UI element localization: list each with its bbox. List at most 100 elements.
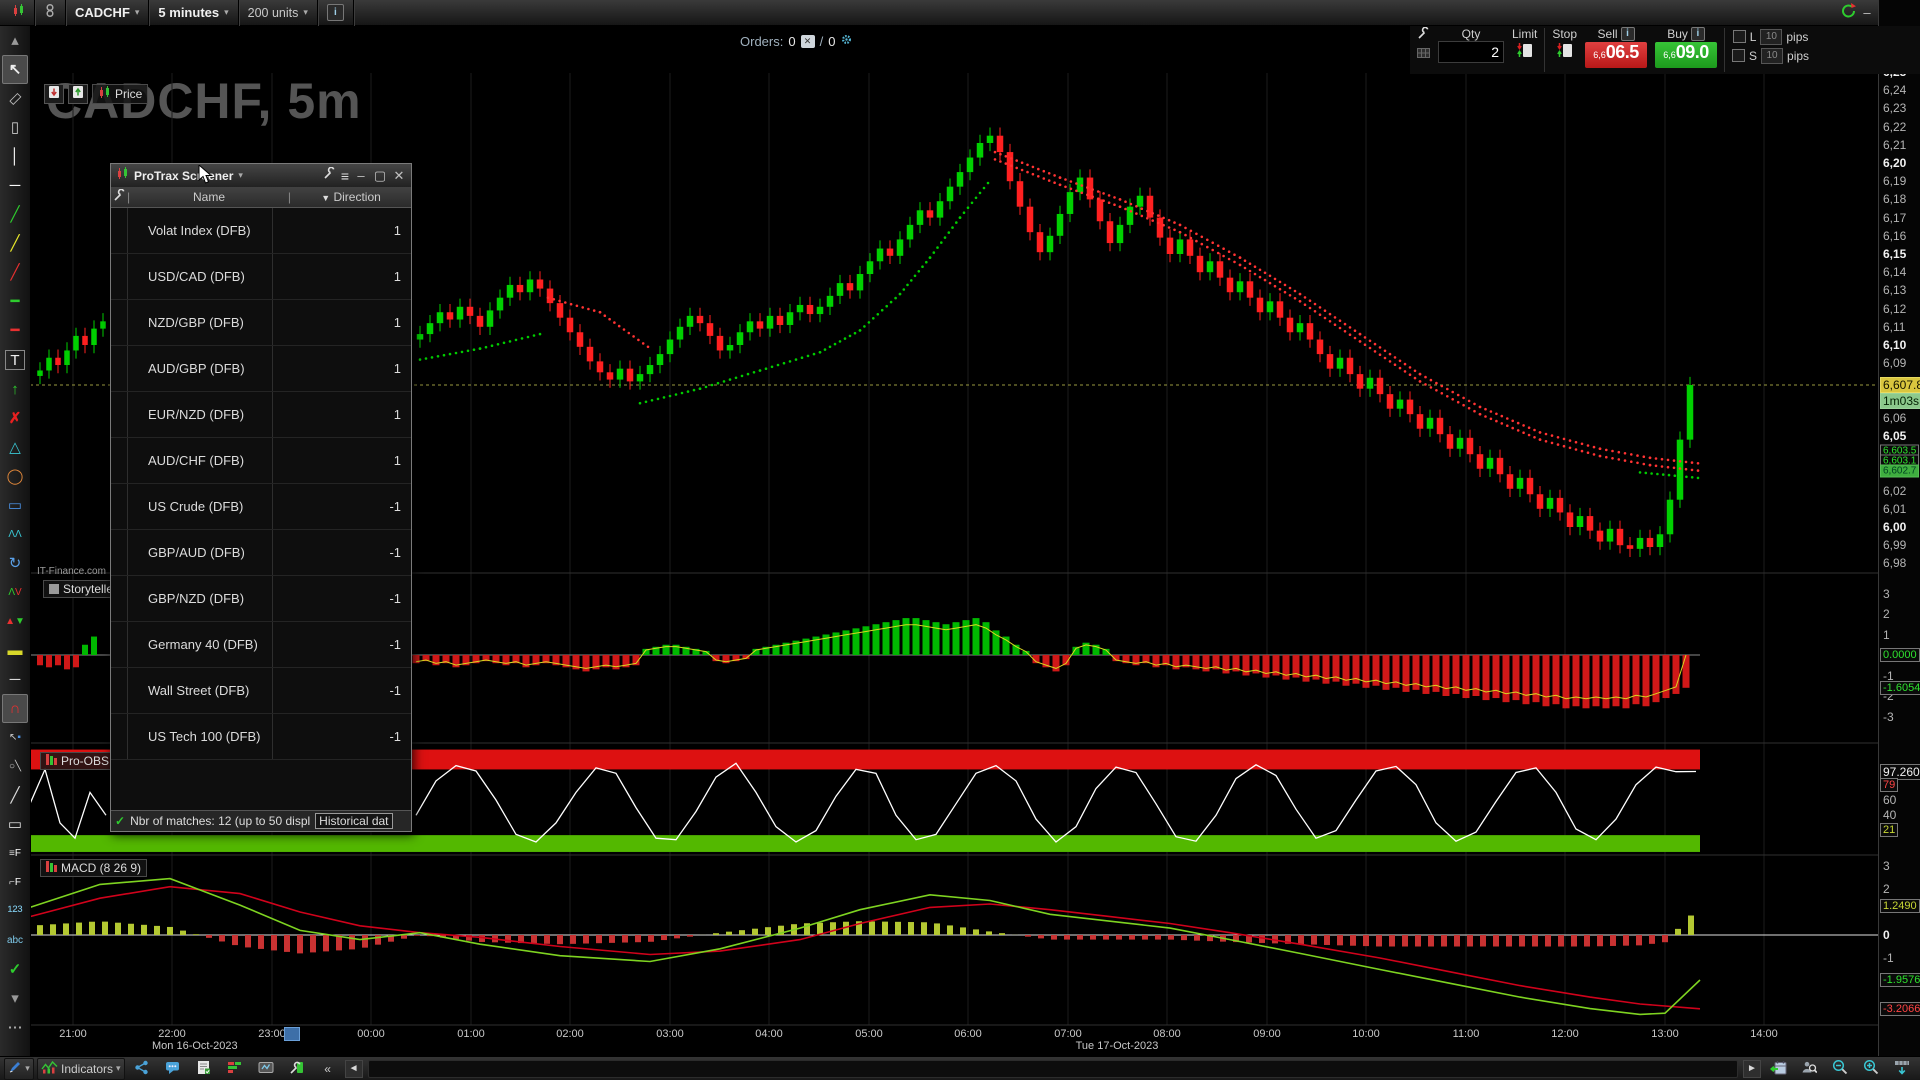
trendline-green-tool-icon[interactable]: ╱ <box>2 200 28 229</box>
sell-order-doc-icon[interactable] <box>44 84 64 104</box>
symbol-dropdown[interactable]: CADCHF ▾ <box>66 0 149 26</box>
screener-titlebar[interactable]: ProTrax Screener ▾ ≡ – ▢ ✕ <box>111 164 411 187</box>
collapse-toolbar-button[interactable]: « <box>314 1059 342 1079</box>
inspect-trader-button[interactable] <box>1795 1059 1823 1079</box>
zoom-tool-icon[interactable]: ○╲ <box>2 752 28 781</box>
buy-order-doc-icon[interactable] <box>68 84 88 104</box>
time-axis[interactable]: 21:0022:0023:0000:0001:0002:0003:0004:00… <box>30 1026 1878 1056</box>
goto-date-button[interactable] <box>1764 1059 1792 1079</box>
keypad-icon[interactable] <box>1417 45 1430 63</box>
proobs-legend[interactable]: Pro-OBS <box>40 752 115 770</box>
screener-row[interactable]: US Tech 100 (DFB)-1 <box>111 714 411 760</box>
zoom-out-button[interactable] <box>1826 1059 1854 1079</box>
buy-button[interactable]: 6,6 09.0 <box>1655 42 1717 68</box>
column-header-name[interactable]: Name <box>130 190 288 204</box>
long-pips-input[interactable]: 10 <box>1760 29 1782 45</box>
price-axis[interactable]: 6,986,996,006,016,026,056,066,096,106,11… <box>1878 0 1920 1080</box>
elliott-wave-numbers-icon[interactable]: ¹²³ <box>2 897 28 926</box>
fibonacci-fan-tool-icon[interactable]: ⌐F <box>2 868 28 897</box>
screener-close-button[interactable]: ✕ <box>392 168 406 184</box>
scroll-right-button[interactable]: ► <box>1743 1060 1761 1078</box>
segment-red-tool-icon[interactable]: ━ <box>2 316 28 345</box>
rectangle-tool-icon[interactable]: ▭ <box>2 810 28 839</box>
arrow-up-tool-icon[interactable]: ↑ <box>2 375 28 404</box>
buy-info-icon[interactable]: i <box>1691 27 1705 41</box>
macd-legend[interactable]: MACD (8 26 9) <box>40 859 147 877</box>
fit-columns-button[interactable] <box>1888 1059 1916 1079</box>
axis-marker[interactable] <box>284 1027 300 1041</box>
close-orders-icon[interactable]: ✕ <box>801 35 815 48</box>
diagonal-line-tool-icon[interactable]: ╱ <box>2 781 28 810</box>
price-legend[interactable]: Price <box>92 84 148 104</box>
trendline-red-tool-icon[interactable]: ╱ <box>2 258 28 287</box>
screener-row[interactable]: AUD/GBP (DFB)1 <box>111 346 411 392</box>
stop-order-icon[interactable] <box>1556 41 1574 64</box>
column-settings-wrench-icon[interactable] <box>111 189 127 205</box>
sell-info-icon[interactable]: i <box>1621 27 1635 41</box>
zigzag-tool-icon[interactable]: ΛΛ <box>2 520 28 549</box>
screener-menu-icon[interactable]: ≡ <box>341 168 349 184</box>
screener-row[interactable]: GBP/NZD (DFB)-1 <box>111 576 411 622</box>
chat-button[interactable] <box>159 1059 187 1079</box>
vertical-line-tool-icon[interactable]: │ <box>2 142 28 171</box>
screener-row[interactable]: GBP/AUD (DFB)-1 <box>111 530 411 576</box>
screener-row[interactable]: USD/CAD (DFB)1 <box>111 254 411 300</box>
screener-row[interactable]: AUD/CHF (DFB)1 <box>111 438 411 484</box>
line-white-tool-icon[interactable]: ─ <box>2 665 28 694</box>
limit-order-icon[interactable] <box>1516 41 1534 64</box>
orders-settings-gear-icon[interactable] <box>840 33 853 49</box>
screener-row[interactable]: US Crude (DFB)-1 <box>111 484 411 530</box>
lock-pointer-tool-icon[interactable]: ↖▪ <box>2 723 28 752</box>
minimize-button[interactable]: – <box>1857 5 1877 20</box>
more-tools-icon[interactable]: ⋯ <box>2 1013 28 1042</box>
long-checkbox[interactable] <box>1733 30 1746 43</box>
screener-row[interactable]: NZD/GBP (DFB)1 <box>111 300 411 346</box>
link-button[interactable] <box>35 0 66 26</box>
trendline-yellow-tool-icon[interactable]: ╱ <box>2 229 28 258</box>
chart-info-button[interactable]: i <box>318 0 354 26</box>
backtest-button[interactable] <box>283 1059 311 1079</box>
screener-row[interactable]: EUR/NZD (DFB)1 <box>111 392 411 438</box>
share-button[interactable] <box>128 1059 156 1079</box>
strategy-button[interactable] <box>221 1059 249 1079</box>
screener-minimize-button[interactable]: – <box>354 168 368 183</box>
screener-maximize-button[interactable]: ▢ <box>373 168 387 184</box>
screener-settings-wrench-icon[interactable] <box>323 167 336 185</box>
refresh-icon[interactable] <box>1840 2 1857 24</box>
channel-yellow-tool-icon[interactable]: ▬ <box>2 636 28 665</box>
horizontal-scrollbar[interactable] <box>368 1060 1738 1078</box>
units-dropdown[interactable]: 200 units ▾ <box>239 0 318 26</box>
zoom-in-button[interactable] <box>1857 1059 1885 1079</box>
column-header-direction[interactable]: ▼ Direction <box>291 190 411 204</box>
indicators-button[interactable]: Indicators ▾ <box>37 1058 125 1080</box>
scroll-up-icon[interactable]: ▴ <box>2 26 28 55</box>
segment-green-tool-icon[interactable]: ━ <box>2 287 28 316</box>
magnet-tool-icon[interactable]: ∩ <box>2 694 28 723</box>
quantity-input[interactable] <box>1438 41 1504 63</box>
rotate-pointer-tool-icon[interactable]: ↻ <box>2 549 28 578</box>
short-checkbox[interactable] <box>1732 49 1745 62</box>
channel-tool-icon[interactable]: ΛV <box>2 578 28 607</box>
horizontal-line-tool-icon[interactable]: ─ <box>2 171 28 200</box>
scroll-left-button[interactable]: ◄ <box>345 1060 363 1078</box>
confirm-tool-icon[interactable]: ✓ <box>2 955 28 984</box>
scroll-down-icon[interactable]: ▾ <box>2 984 28 1013</box>
ellipse-tool-icon[interactable]: ◯ <box>2 462 28 491</box>
sell-button[interactable]: 6,6 06.5 <box>1585 42 1647 68</box>
screener-row[interactable]: Wall Street (DFB)-1 <box>111 668 411 714</box>
chevron-down-icon[interactable]: ▾ <box>238 170 243 181</box>
text-tool-icon[interactable]: T <box>5 350 25 370</box>
timeframe-dropdown[interactable]: 5 minutes ▾ <box>149 0 238 26</box>
draw-tools-button[interactable]: ▾ <box>4 1058 34 1080</box>
cross-tool-icon[interactable]: ✗ <box>2 404 28 433</box>
elliott-wave-letters-icon[interactable]: abc <box>2 926 28 955</box>
triangle-tool-icon[interactable]: △ <box>2 433 28 462</box>
fibonacci-tool-icon[interactable]: ≡F <box>2 839 28 868</box>
screener-row[interactable]: Germany 40 (DFB)-1 <box>111 622 411 668</box>
screener-row[interactable]: Volat Index (DFB)1 <box>111 208 411 254</box>
short-pips-input[interactable]: 10 <box>1761 48 1783 64</box>
wedge-tool-icon[interactable]: ▲▼ <box>2 607 28 636</box>
trade-settings-wrench-icon[interactable] <box>1417 27 1430 45</box>
rectangle-blue-tool-icon[interactable]: ▭ <box>2 491 28 520</box>
screenshot-button[interactable] <box>252 1059 280 1079</box>
